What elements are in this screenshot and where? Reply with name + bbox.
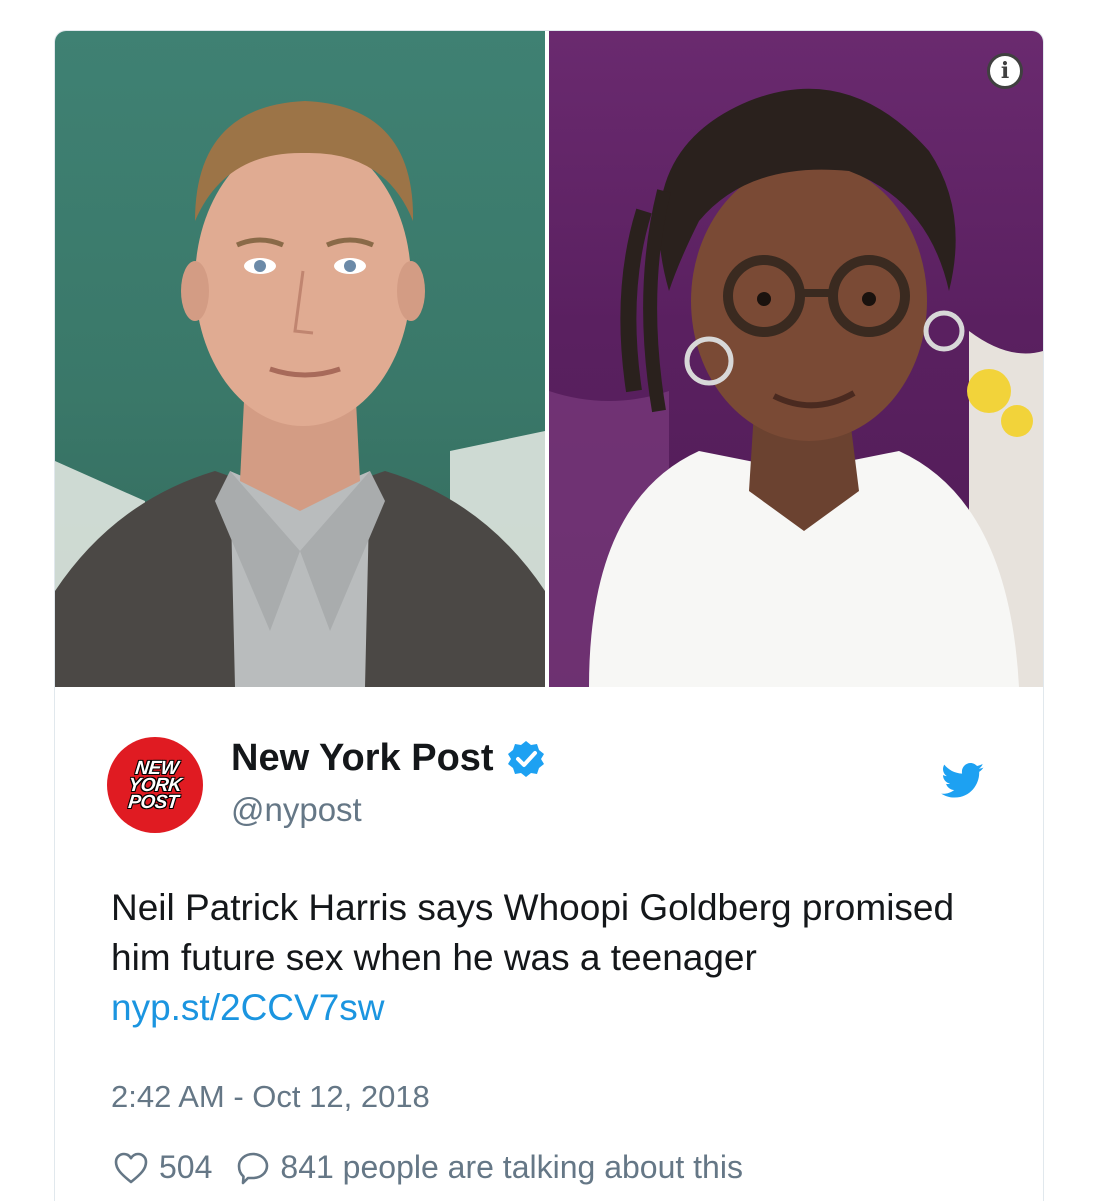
heart-icon bbox=[114, 1152, 148, 1183]
tweet-media[interactable]: i bbox=[55, 31, 1043, 687]
photo-left[interactable] bbox=[55, 31, 545, 687]
tweet-body: NEW YORK POST New York Post @nypost Neil… bbox=[55, 687, 1043, 1201]
tweet-text: Neil Patrick Harris says Whoopi Goldberg… bbox=[111, 883, 991, 1033]
twitter-bird-icon[interactable] bbox=[941, 763, 985, 799]
tweet-text-body: Neil Patrick Harris says Whoopi Goldberg… bbox=[111, 887, 955, 978]
author-handle[interactable]: @nypost bbox=[231, 791, 362, 829]
tweet-link[interactable]: nyp.st/2CCV7sw bbox=[111, 987, 385, 1028]
talking-button[interactable]: 841 people are talking about this bbox=[236, 1149, 743, 1186]
avatar-logo-line: NEW bbox=[134, 757, 180, 779]
embedded-tweet-card: i NEW YORK POST New York Post @nypost Ne… bbox=[54, 30, 1044, 1201]
verified-badge-icon bbox=[507, 740, 544, 777]
like-button[interactable]: 504 bbox=[113, 1149, 212, 1186]
info-button[interactable]: i bbox=[987, 53, 1023, 89]
author-name[interactable]: New York Post bbox=[231, 737, 546, 780]
speech-bubble-icon bbox=[238, 1152, 269, 1184]
avatar-logo-line: POST bbox=[127, 791, 180, 813]
talking-count-text: 841 people are talking about this bbox=[280, 1149, 743, 1185]
author-name-text: New York Post bbox=[231, 737, 494, 779]
avatar-logo-text: NEW YORK POST bbox=[107, 737, 203, 833]
tweet-actions: 504 841 people are talking about this bbox=[113, 1149, 743, 1186]
tweet-timestamp[interactable]: 2:42 AM - Oct 12, 2018 bbox=[111, 1079, 430, 1115]
like-count: 504 bbox=[159, 1149, 213, 1185]
photo-right[interactable] bbox=[549, 31, 1043, 687]
woman-portrait-illustration bbox=[549, 88, 1043, 687]
avatar-logo-line: YORK bbox=[127, 774, 183, 796]
man-portrait-illustration bbox=[55, 101, 545, 687]
avatar[interactable]: NEW YORK POST bbox=[107, 737, 203, 833]
info-icon: i bbox=[1000, 58, 1010, 84]
